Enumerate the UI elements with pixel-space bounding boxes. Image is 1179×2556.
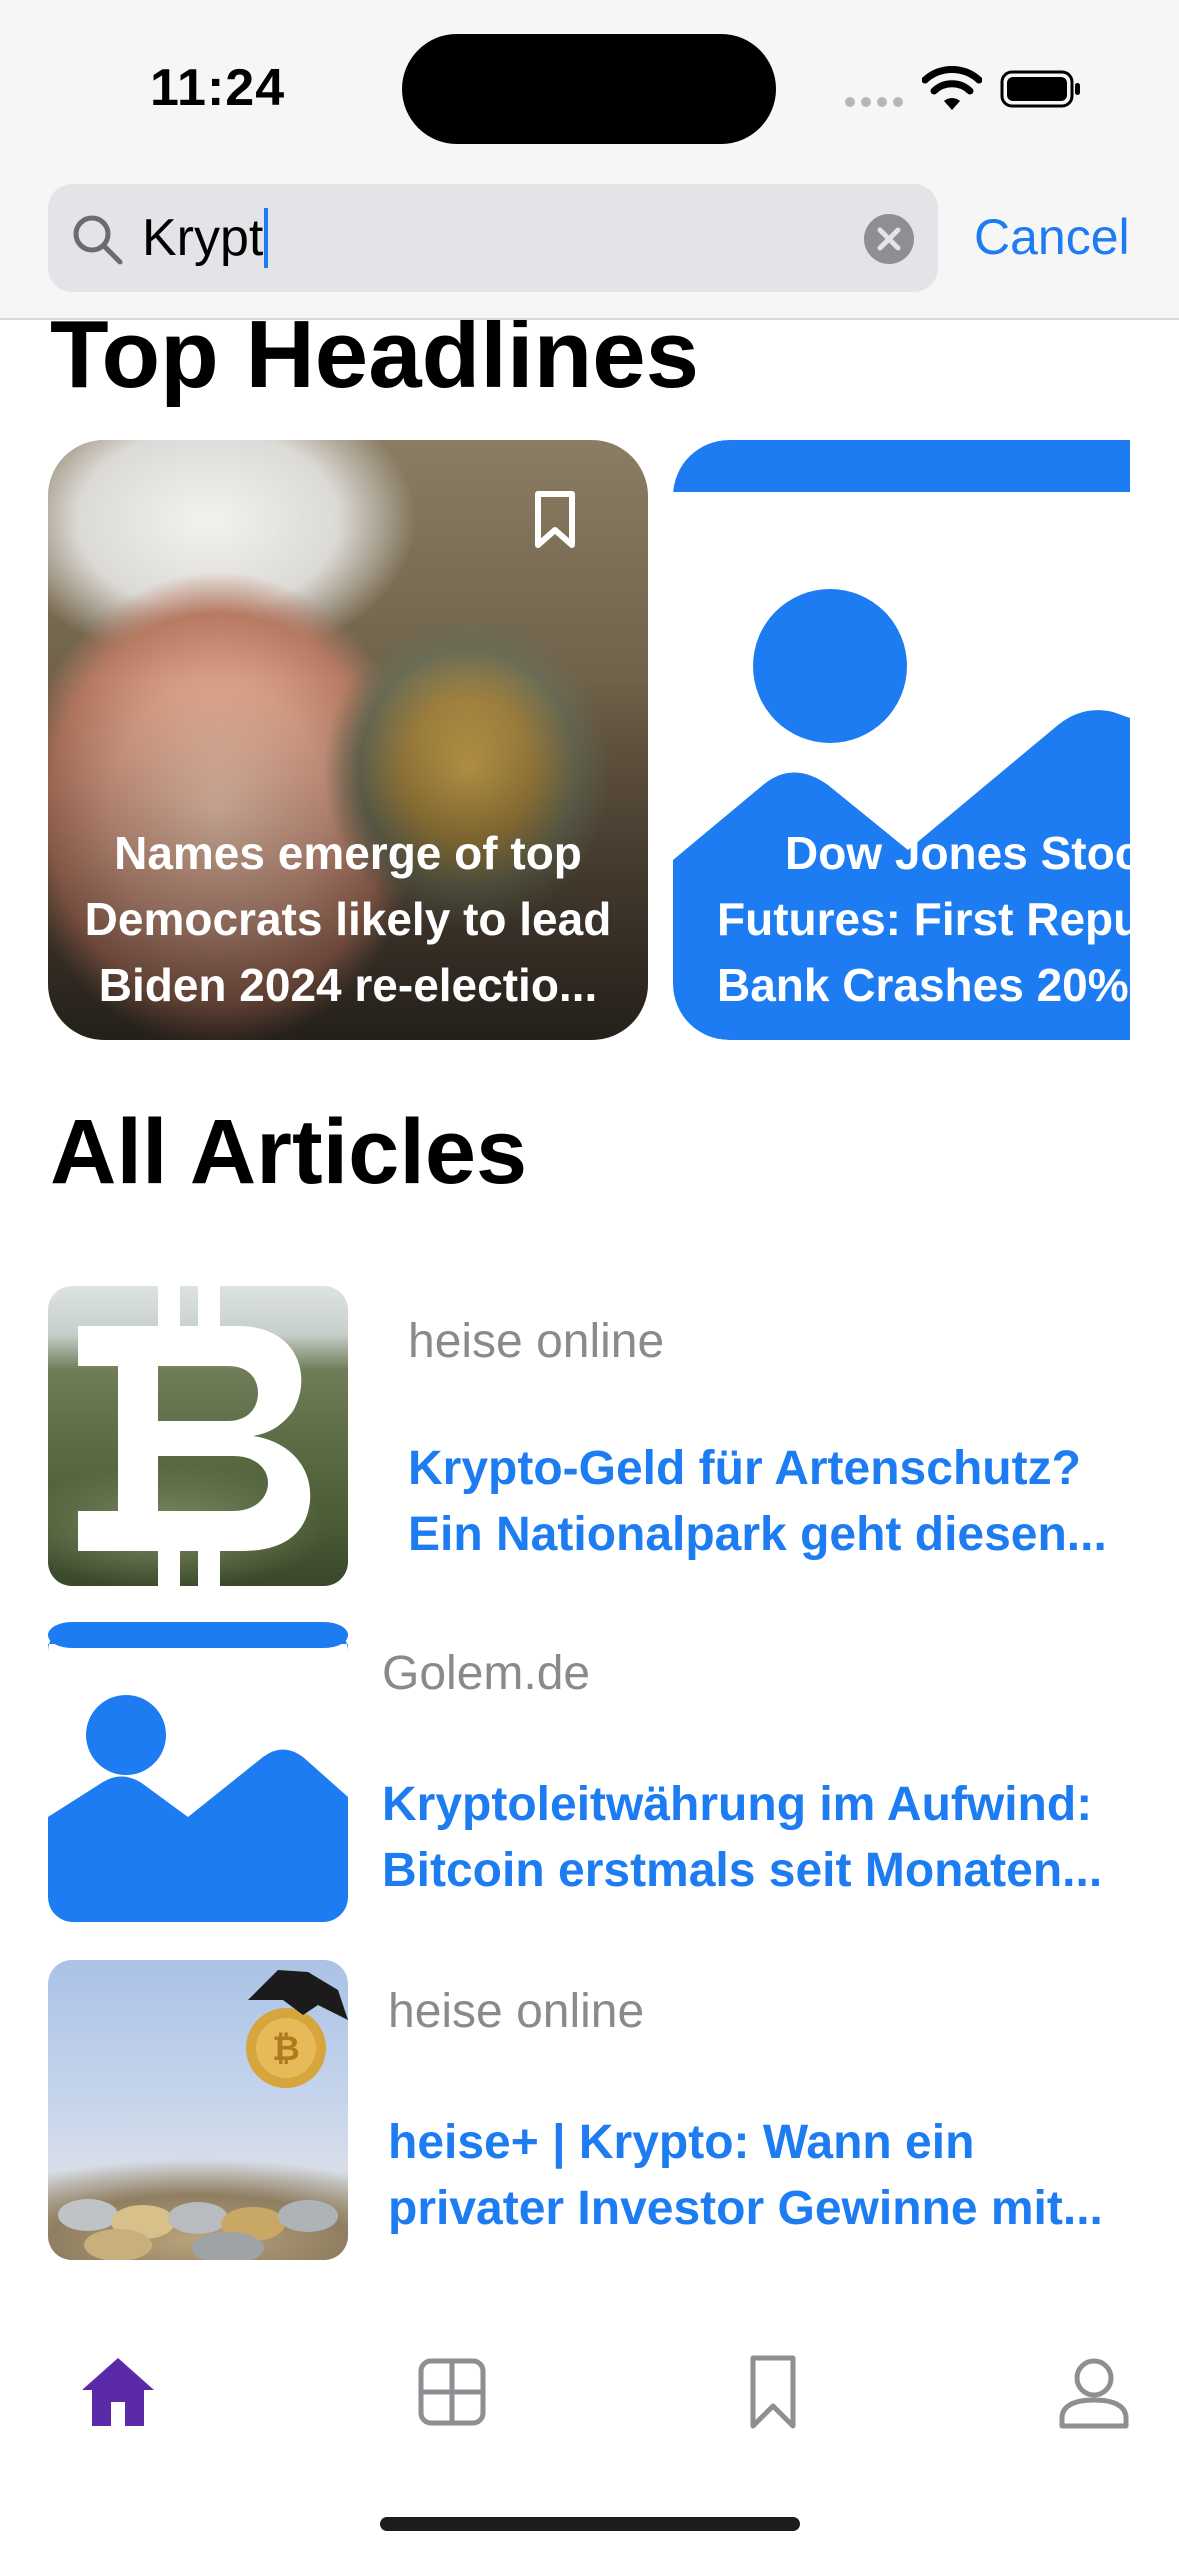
home-icon[interactable] xyxy=(78,2352,158,2432)
bookmark-icon[interactable] xyxy=(533,490,577,550)
bookmark-icon[interactable] xyxy=(733,2352,813,2432)
status-time: 11:24 xyxy=(150,59,286,117)
cancel-button[interactable]: Cancel xyxy=(974,208,1130,266)
person-icon[interactable] xyxy=(1054,2352,1134,2432)
wifi-icon xyxy=(922,66,982,110)
article-source: Golem.de xyxy=(382,1647,591,1700)
image-placeholder-icon xyxy=(48,1622,348,1922)
article-source: heise online xyxy=(388,1985,645,2038)
article-source: heise online xyxy=(408,1315,665,1368)
top-headlines-title: Top Headlines xyxy=(50,301,699,408)
article-thumbnail: ₿ xyxy=(48,1960,348,2260)
article-title[interactable]: Kryptoleitwährung im Aufwind: Bitcoin er… xyxy=(382,1772,1102,1904)
headline-title: Names emerge of top Democrats likely to … xyxy=(84,827,612,1011)
search-input[interactable]: Krypt xyxy=(142,208,269,268)
cellular-signal-icon xyxy=(845,94,909,112)
navigation-header: 11:24 Krypt Cancel xyxy=(0,0,1179,320)
search-icon xyxy=(73,215,123,265)
article-title[interactable]: Krypto-Geld für Artenschutz? Ein Nationa… xyxy=(408,1436,1107,1568)
all-articles-title: All Articles xyxy=(50,1101,528,1203)
svg-text:₿: ₿ xyxy=(272,2029,300,2069)
headline-card[interactable]: Names emerge of top Democrats likely to … xyxy=(48,440,648,1040)
home-indicator xyxy=(380,2517,800,2531)
dynamic-island xyxy=(402,34,776,144)
clear-icon[interactable] xyxy=(864,214,914,264)
headline-title: Dow Jones Stoc Futures: First Repu Bank … xyxy=(717,827,1130,1011)
list-item[interactable]: Golem.de Kryptoleitwährung im Aufwind: B… xyxy=(48,1622,1138,1922)
battery-icon xyxy=(1000,70,1080,108)
list-item[interactable]: ₿ heise online heise+ | Krypto: Wann ein… xyxy=(48,1960,1138,2260)
list-item[interactable]: heise online Krypto-Geld für Artenschutz… xyxy=(48,1286,1138,1586)
grid-icon[interactable] xyxy=(412,2352,492,2432)
article-thumbnail xyxy=(48,1286,348,1586)
search-field[interactable]: Krypt xyxy=(48,184,938,292)
article-title[interactable]: heise+ | Krypto: Wann ein privater Inves… xyxy=(388,2110,1103,2242)
headline-card[interactable]: Dow Jones Stoc Futures: First Repu Bank … xyxy=(673,440,1130,1040)
